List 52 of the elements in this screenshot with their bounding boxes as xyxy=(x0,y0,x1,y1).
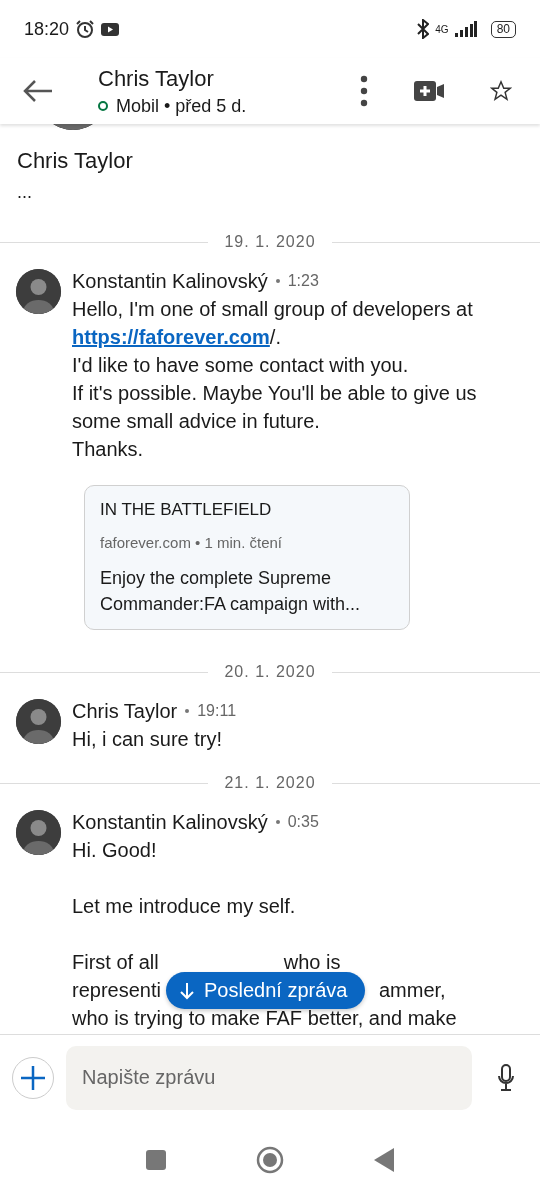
message-text: who is trying to make FAF better, and make xyxy=(72,1006,457,1031)
date-separator: 19. 1. 2020 xyxy=(224,233,316,251)
message-time: 0:35 xyxy=(287,813,319,831)
profile-name: Chris Taylor xyxy=(17,148,134,174)
message-text: I'd like to have some contact with you. xyxy=(72,353,410,378)
back-arrow-icon xyxy=(22,79,54,103)
message-text: Hi. Good! xyxy=(72,838,158,863)
add-attachment-button[interactable] xyxy=(12,1056,54,1099)
link[interactable]: https://faforever.com xyxy=(72,326,270,348)
video-app-icon xyxy=(101,22,120,36)
message-text: Hello, I'm one of small group of developers at https://faforever.com/. xyxy=(72,297,474,350)
sender-name: Chris Taylor xyxy=(72,699,178,723)
profile-headline: ... xyxy=(17,182,33,203)
sender-name: Konstantin Kalinovský xyxy=(72,810,268,834)
jump-to-latest-button[interactable]: Poslední zpráva xyxy=(166,972,366,1009)
presence-status: Mobil • před 5 d. xyxy=(116,95,247,117)
network-type: 4G xyxy=(435,23,449,35)
signal-icon xyxy=(454,21,477,37)
alarm-icon xyxy=(75,19,96,39)
message-text: ammer, xyxy=(378,978,446,1003)
message-text: Thanks. xyxy=(72,437,145,462)
preview-title: IN THE BATTLEFIELD xyxy=(100,500,273,520)
battery-level: 80 xyxy=(490,20,516,38)
message-text: First of all xyxy=(72,950,159,975)
date-separator: 20. 1. 2020 xyxy=(224,663,316,681)
contact-name: Chris Taylor xyxy=(98,65,215,92)
back-nav-button[interactable] xyxy=(374,1148,394,1172)
star-icon xyxy=(490,80,512,102)
sender-name: Konstantin Kalinovský xyxy=(72,269,268,293)
preview-source: faforever.com • 1 min. čtení xyxy=(100,534,283,551)
plus-icon xyxy=(20,1064,46,1091)
message-text: who is xyxy=(283,950,341,975)
arrow-down-icon xyxy=(180,981,194,1000)
message-time: 1:23 xyxy=(287,272,319,290)
preview-description: Enjoy the complete Supreme Commander:FA campaign with... xyxy=(100,567,362,616)
avatar xyxy=(16,810,61,855)
link-preview-card[interactable]: IN THE BATTLEFIELD faforever.com • 1 min. čtení Enjoy the complete Supreme Commander:FA campaign with... xyxy=(84,485,410,630)
message-text: Let me introduce my self. xyxy=(72,894,297,919)
date-separator: 21. 1. 2020 xyxy=(224,774,316,792)
message-text: representi xyxy=(72,978,161,1003)
message-text: Hi, i can sure try! xyxy=(72,727,224,752)
video-plus-icon xyxy=(414,81,444,101)
message-time: 19:11 xyxy=(197,702,237,720)
clock: 18:20 xyxy=(24,18,70,40)
message-text: If it's possible. Maybe You'll be able to give us some small advice in future. xyxy=(72,381,478,434)
more-vertical-icon xyxy=(360,75,368,107)
avatar xyxy=(16,699,61,744)
microphone-icon xyxy=(497,1063,515,1092)
message-input[interactable]: Napište zprávu xyxy=(66,1045,472,1110)
bluetooth-icon xyxy=(417,19,430,39)
avatar xyxy=(16,269,61,314)
home-button[interactable] xyxy=(256,1146,284,1174)
